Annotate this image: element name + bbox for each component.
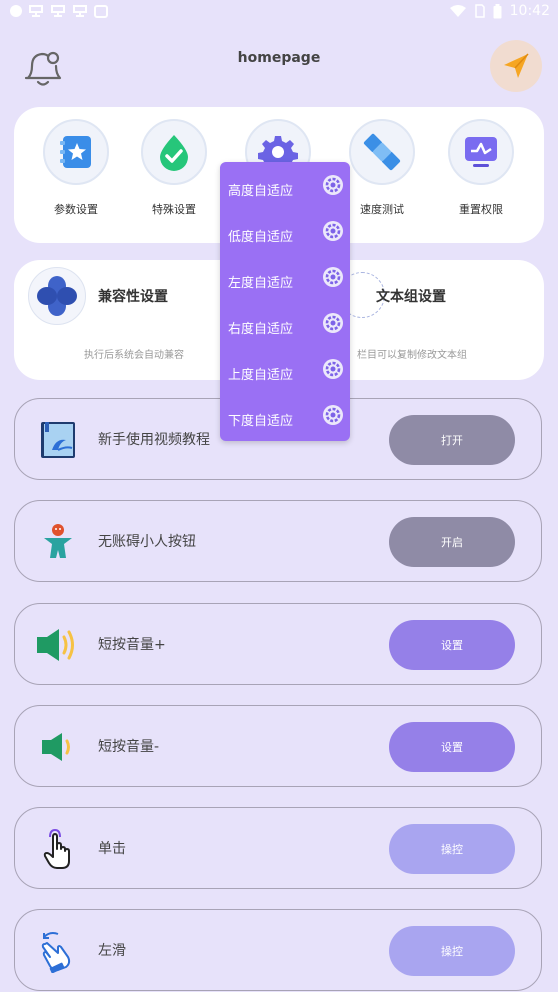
grid-item-reset-permission[interactable]: 重置权限 bbox=[446, 119, 516, 217]
grid-label: 参数设置 bbox=[54, 203, 98, 216]
clover-icon bbox=[37, 276, 77, 316]
row-icon bbox=[35, 622, 81, 668]
volume-down-icon bbox=[42, 733, 70, 761]
reset-permission-icon-circle bbox=[448, 119, 514, 185]
app-header: homepage bbox=[0, 36, 558, 96]
speed-test-icon-circle bbox=[349, 119, 415, 185]
volume-down-setting-button[interactable]: 设置 bbox=[389, 722, 515, 772]
compat-icon-circle[interactable] bbox=[28, 267, 86, 325]
row-icon bbox=[35, 417, 81, 463]
menu-item-right-adaptive[interactable]: 右度自适应 bbox=[220, 302, 350, 348]
star-book-icon bbox=[60, 136, 91, 168]
grid-label: 重置权限 bbox=[459, 203, 503, 216]
send-button[interactable] bbox=[490, 40, 542, 92]
grid-label: 特殊设置 bbox=[152, 203, 196, 216]
menu-item-label: 右度自适应 bbox=[228, 322, 294, 337]
page-title: homepage bbox=[237, 50, 321, 66]
row-icon bbox=[35, 826, 81, 872]
row-icon bbox=[35, 928, 81, 974]
notification-icons bbox=[10, 4, 108, 18]
gear-icon bbox=[323, 405, 343, 425]
sim-icon bbox=[474, 4, 485, 18]
monitor-icon bbox=[465, 137, 497, 167]
swipe-control-button[interactable]: 操控 bbox=[389, 926, 515, 976]
menu-item-label: 上度自适应 bbox=[228, 368, 294, 383]
clock: 10:42 bbox=[509, 3, 550, 19]
swipe-hand-icon bbox=[41, 932, 71, 973]
text-group-title[interactable]: 文本组设置 bbox=[376, 286, 446, 306]
compat-description: 执行后系统会自动兼容 bbox=[84, 350, 184, 361]
gear-icon bbox=[323, 313, 343, 333]
gear-icon bbox=[323, 359, 343, 379]
battery-icon bbox=[493, 3, 502, 18]
gear-icon bbox=[323, 175, 343, 195]
menu-item-bottom-adaptive[interactable]: 下度自适应 bbox=[220, 394, 350, 440]
grid-item-params[interactable]: 参数设置 bbox=[41, 119, 111, 217]
list-item-volume-down: 短按音量- 设置 bbox=[14, 705, 542, 787]
row-label: 无账碍小人按钮 bbox=[98, 534, 196, 550]
tap-control-button[interactable]: 操控 bbox=[389, 824, 515, 874]
grid-item-speed-test[interactable]: 速度测试 bbox=[347, 119, 417, 217]
list-item-tap: 单击 操控 bbox=[14, 807, 542, 889]
tap-hand-icon bbox=[43, 828, 70, 869]
menu-item-label: 低度自适应 bbox=[228, 230, 294, 245]
gear-icon bbox=[323, 221, 343, 241]
grid-item-special[interactable]: 特殊设置 bbox=[139, 119, 209, 217]
tutorial-book-icon bbox=[41, 422, 75, 458]
app-notification-icon bbox=[29, 5, 43, 17]
list-item-accessibility-person: 无账碍小人按钮 开启 bbox=[14, 500, 542, 582]
row-label: 短按音量- bbox=[98, 739, 160, 755]
row-icon bbox=[35, 519, 81, 565]
row-label: 短按音量+ bbox=[98, 637, 166, 653]
params-icon-circle bbox=[43, 119, 109, 185]
gear-icon bbox=[323, 267, 343, 287]
paper-plane-icon bbox=[504, 53, 529, 78]
special-icon-circle bbox=[141, 119, 207, 185]
menu-item-height-adaptive[interactable]: 高度自适应 bbox=[220, 164, 350, 210]
menu-item-label: 下度自适应 bbox=[228, 414, 294, 429]
app-notification-icon bbox=[51, 5, 65, 17]
menu-item-top-adaptive[interactable]: 上度自适应 bbox=[220, 348, 350, 394]
wifi-icon bbox=[449, 5, 466, 17]
little-person-icon bbox=[44, 524, 72, 558]
row-icon bbox=[35, 724, 81, 770]
adaptive-dropdown-menu: 高度自适应 低度自适应 左度自适应 右度自适应 上度自适应 下度自适应 bbox=[220, 162, 350, 441]
satellite-icon bbox=[363, 133, 401, 171]
list-item-swipe-left: 左滑 操控 bbox=[14, 909, 542, 991]
water-check-icon bbox=[160, 135, 188, 171]
open-tutorial-button[interactable]: 打开 bbox=[389, 415, 515, 465]
menu-item-label: 左度自适应 bbox=[228, 276, 294, 291]
compat-title[interactable]: 兼容性设置 bbox=[98, 286, 168, 306]
volume-up-icon bbox=[37, 629, 74, 661]
system-icons: 10:42 bbox=[449, 3, 550, 19]
enable-person-button[interactable]: 开启 bbox=[389, 517, 515, 567]
text-group-description: 栏目可以复制修改文本组 bbox=[357, 350, 467, 361]
app-notification-icon bbox=[73, 5, 87, 17]
list-item-volume-up: 短按音量+ 设置 bbox=[14, 603, 542, 685]
menu-item-left-adaptive[interactable]: 左度自适应 bbox=[220, 256, 350, 302]
volume-up-setting-button[interactable]: 设置 bbox=[389, 620, 515, 670]
status-bar: 10:42 bbox=[0, 0, 558, 24]
row-label: 左滑 bbox=[98, 943, 126, 959]
row-label: 新手使用视频教程 bbox=[98, 432, 210, 448]
menu-item-low-adaptive[interactable]: 低度自适应 bbox=[220, 210, 350, 256]
row-label: 单击 bbox=[98, 841, 126, 857]
notification-dot-icon bbox=[10, 5, 22, 17]
menu-item-label: 高度自适应 bbox=[228, 184, 294, 199]
grid-label: 速度测试 bbox=[360, 203, 404, 216]
download-notification-icon bbox=[94, 4, 108, 18]
